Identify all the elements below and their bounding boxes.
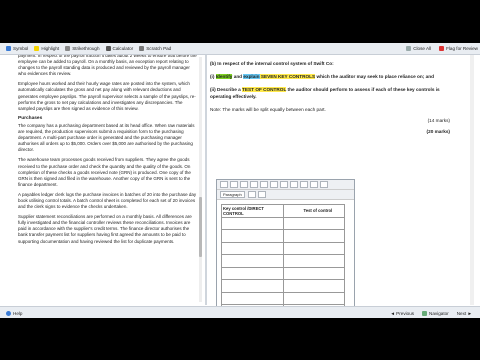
help-label: Help (13, 310, 23, 316)
table-row[interactable] (221, 279, 345, 293)
table-row[interactable] (221, 241, 345, 255)
help-icon (6, 310, 11, 316)
table-cell[interactable] (221, 291, 284, 305)
highlight-icon (34, 46, 40, 51)
note-text: Note: The marks will be split equally be… (210, 106, 326, 112)
close-all-icon (406, 46, 412, 51)
strikethrough-icon (65, 46, 71, 51)
table-row[interactable] (221, 254, 345, 268)
navigator-button[interactable]: Navigator (422, 310, 449, 316)
scenario-paragraph: The warehouse team processes goods recei… (18, 157, 191, 187)
italic-icon[interactable] (280, 181, 288, 188)
table-cell[interactable] (221, 266, 284, 280)
scenario-paragraph: Supplier statement reconciliations are p… (18, 214, 192, 244)
next-label: Next (456, 310, 467, 316)
indent-icon[interactable] (247, 191, 256, 198)
bottom-bar: Help ◄ Previous Navigator Next ► (0, 306, 480, 318)
bold-icon[interactable] (270, 181, 278, 188)
flag-icon (439, 46, 445, 51)
header-test-of-control[interactable]: Test of control (282, 204, 345, 218)
table-cell[interactable] (282, 216, 345, 230)
symbol-tool[interactable]: Symbol (6, 46, 28, 51)
calculator-icon (105, 46, 111, 51)
calculator-label: Calculator (112, 46, 134, 51)
close-all-button[interactable]: Close All (406, 46, 431, 51)
symbol-label: Symbol (13, 46, 29, 51)
help-button[interactable]: Help (6, 310, 23, 316)
header-key-control[interactable]: Key control /DIRECT CONTROL (221, 204, 284, 218)
next-button[interactable]: Next ► (457, 311, 472, 316)
table-icon[interactable] (320, 181, 328, 188)
format-select[interactable]: Paragraph (220, 191, 245, 198)
scenario-scrollbar[interactable] (199, 57, 202, 302)
answer-table[interactable]: Key control /DIRECT CONTROL Test of cont… (221, 204, 345, 318)
table-cell[interactable] (282, 241, 345, 255)
table-cell[interactable] (282, 291, 345, 305)
highlight-tool[interactable]: Highlight (34, 46, 59, 51)
undo-icon[interactable] (250, 181, 258, 188)
close-all-label: Close All (413, 46, 432, 51)
scenario-paragraph: Employee hours worked and their hourly w… (18, 81, 196, 111)
scrollbar-thumb[interactable] (199, 197, 202, 257)
cut-icon[interactable] (220, 181, 228, 188)
strikethrough-tool[interactable]: Strikethrough (65, 46, 100, 51)
previous-label: Previous (396, 310, 415, 316)
underline-icon[interactable] (290, 181, 298, 188)
flag-label: Flag for Review (446, 46, 478, 51)
table-cell[interactable] (282, 266, 345, 280)
table-cell[interactable] (221, 216, 284, 230)
symbol-icon (6, 46, 11, 51)
bullet-list-icon[interactable] (300, 181, 308, 188)
redo-icon[interactable] (260, 181, 268, 188)
table-row[interactable] (221, 291, 345, 305)
table-cell[interactable] (282, 229, 345, 243)
editor-toolbar (217, 180, 354, 190)
exam-window: Symbol Highlight Strikethrough Calculato… (0, 43, 480, 318)
editor-toolbar-2: Paragraph (217, 190, 354, 200)
marks-part: (14 marks) (427, 118, 450, 124)
scratch-pad-tool[interactable]: Scratch Pad (139, 46, 171, 51)
table-cell[interactable] (221, 254, 284, 268)
table-row[interactable] (221, 266, 345, 280)
table-row[interactable] (221, 229, 345, 243)
previous-button[interactable]: ◄ Previous (390, 311, 414, 316)
next-icon: ► (466, 310, 472, 316)
question-scrollbar[interactable] (470, 55, 474, 305)
question-b-ii: (ii) Describe a TEST OF CONTROL the audi… (210, 87, 440, 99)
numbered-list-icon[interactable] (310, 181, 318, 188)
paste-icon[interactable] (240, 181, 248, 188)
strikethrough-label: Strikethrough (72, 46, 100, 51)
pane-divider[interactable] (205, 55, 207, 305)
scenario-paragraph: payment. In respect of the payroll fract… (18, 55, 197, 77)
navigator-label: Navigator (429, 310, 449, 316)
scenario-paragraph: The company has a purchasing department … (18, 122, 195, 153)
table-cell[interactable] (221, 279, 284, 293)
scenario-pane: payment. In respect of the payroll fract… (0, 55, 203, 305)
table-header-row: Key control /DIRECT CONTROL Test of cont… (221, 204, 345, 218)
table-cell[interactable] (221, 229, 284, 243)
calculator-tool[interactable]: Calculator (105, 46, 134, 51)
highlight-label: Highlight (41, 46, 60, 51)
table-row[interactable] (221, 216, 345, 230)
question-b: (b) In respect of the internal control s… (210, 61, 334, 66)
answer-editor[interactable]: Paragraph Key control /DIRECT CONTROL Te… (216, 179, 355, 318)
outdent-icon[interactable] (257, 191, 266, 198)
section-heading: Purchases (18, 115, 43, 121)
question-b-i: (i) Identify and explain SEVEN KEY CONTR… (210, 74, 434, 80)
top-toolbar: Symbol Highlight Strikethrough Calculato… (0, 43, 480, 55)
scratch-pad-icon (139, 46, 145, 51)
table-cell[interactable] (282, 279, 345, 293)
copy-icon[interactable] (230, 181, 238, 188)
scenario-paragraph: A payables ledger clerk logs the purchas… (18, 191, 197, 210)
marks-total: (20 marks) (426, 129, 450, 135)
table-cell[interactable] (282, 254, 345, 268)
flag-for-review-button[interactable]: Flag for Review (439, 46, 478, 51)
table-cell[interactable] (221, 241, 284, 255)
scratch-pad-label: Scratch Pad (146, 46, 172, 51)
navigator-icon (422, 310, 428, 316)
